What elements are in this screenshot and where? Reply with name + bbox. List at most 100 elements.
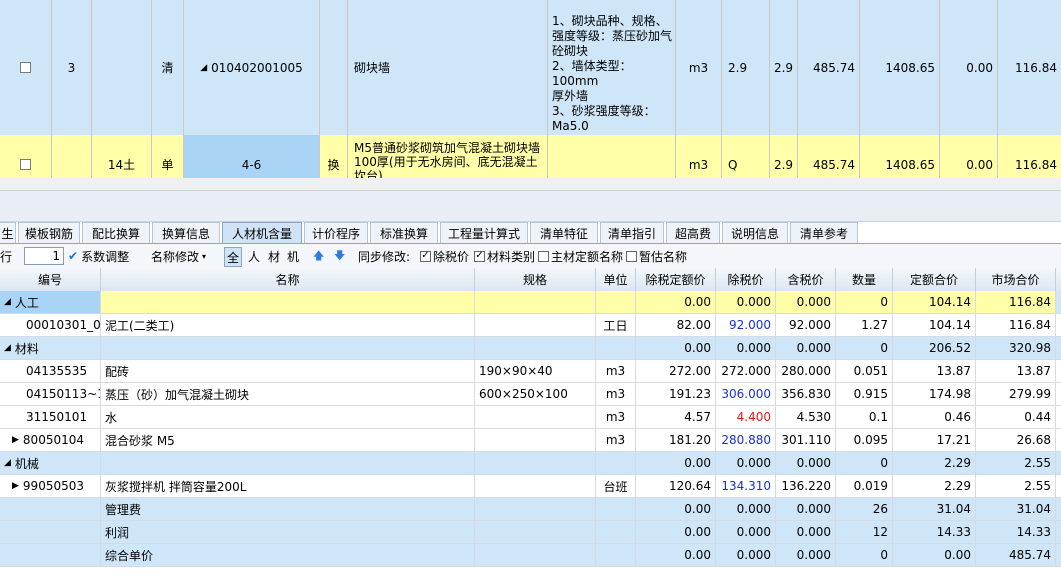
cell-base[interactable]: 0.00 xyxy=(636,498,716,520)
cell-spec[interactable] xyxy=(475,429,596,451)
collapse-triangle-icon[interactable]: ◢ xyxy=(4,297,11,307)
cell-name[interactable]: 泥工(二类工) xyxy=(101,314,475,336)
cell-name[interactable] xyxy=(101,337,475,359)
col-quota-total[interactable]: 定额合价 xyxy=(893,268,976,291)
cell-gross[interactable]: 301.110 xyxy=(776,429,836,451)
move-up-button[interactable]: 🡅 xyxy=(313,245,324,267)
cell-spec[interactable] xyxy=(475,452,596,474)
cell-net[interactable]: 0.000 xyxy=(716,521,776,543)
tab-description[interactable]: 说明信息 xyxy=(722,222,788,243)
cell-gross[interactable]: 92.000 xyxy=(776,314,836,336)
cell-quota-total[interactable]: 2.29 xyxy=(893,475,976,497)
cell-net[interactable]: 134.310 xyxy=(716,475,776,497)
cell-market-total[interactable]: 2.55 xyxy=(976,452,1056,474)
cell-qty[interactable]: 0 xyxy=(836,452,893,474)
expr-cell[interactable]: Q xyxy=(722,135,770,178)
cell-gross[interactable]: 0.000 xyxy=(776,337,836,359)
tab-bill-guide[interactable]: 清单指引 xyxy=(600,222,664,243)
code-cell-selected[interactable]: 4-6 xyxy=(184,135,320,178)
row-spinner[interactable]: 1 xyxy=(24,245,64,267)
resource-row[interactable]: 04150113~1 蒸压（砂）加气混凝土砌块 600×250×100 m3 191.2… xyxy=(0,383,1061,406)
row-spinner-input[interactable]: 1 xyxy=(24,247,64,265)
cell-base[interactable]: 120.64 xyxy=(636,475,716,497)
name-cell[interactable]: M5普通砂浆砌筑加气混凝土砌块墙 100厚(用于无水房间、底无混凝土 坎台) xyxy=(348,135,548,178)
cell-spec[interactable] xyxy=(475,314,596,336)
top-grid-hscrollbar[interactable] xyxy=(0,178,1061,191)
checkbox-unchecked[interactable] xyxy=(626,250,637,262)
unit-cell[interactable]: m3 xyxy=(676,135,722,178)
cell-market-total[interactable]: 31.04 xyxy=(976,498,1056,520)
check-material-category[interactable]: ✓ 材料类别 xyxy=(474,245,535,267)
cell-quota-total[interactable]: 31.04 xyxy=(893,498,976,520)
cell-name[interactable]: 利润 xyxy=(101,521,475,543)
cell-qty[interactable]: 0.019 xyxy=(836,475,893,497)
cell-quota-total[interactable]: 2.29 xyxy=(893,452,976,474)
cell-quota-total[interactable]: 0.46 xyxy=(893,406,976,428)
cell-code[interactable] xyxy=(0,544,101,566)
cell-code[interactable]: 04150113~1 xyxy=(0,383,101,405)
collapse-triangle-icon[interactable]: ◢ xyxy=(200,63,207,73)
cell-spec[interactable] xyxy=(475,291,596,313)
cell-name[interactable]: 综合单价 xyxy=(101,544,475,566)
cell-unit[interactable] xyxy=(596,498,636,520)
cell-unit[interactable] xyxy=(596,544,636,566)
cell-code[interactable]: ◢ 材料 xyxy=(0,337,101,359)
cell-base[interactable]: 0.00 xyxy=(636,544,716,566)
group-row[interactable]: 利润 0.00 0.000 0.000 12 14.33 14.33 xyxy=(0,521,1061,544)
cell-gross[interactable]: 0.000 xyxy=(776,498,836,520)
cell-base[interactable]: 0.00 xyxy=(636,452,716,474)
cell-name[interactable]: 混合砂浆 M5 xyxy=(101,429,475,451)
cell-market-total[interactable]: 26.68 xyxy=(976,429,1056,451)
tab-conversion-info[interactable]: 换算信息 xyxy=(152,222,220,243)
tab-quantity-formula[interactable]: 工程量计算式 xyxy=(440,222,528,243)
bill-row-item[interactable]: 3 清 ◢ 010402001005 砌块墙 1、砌块品种、规格、 强度等级：蒸压… xyxy=(0,0,1061,136)
cell-quota-total[interactable]: 104.14 xyxy=(893,291,976,313)
cell-qty[interactable]: 12 xyxy=(836,521,893,543)
cell-quota-total[interactable]: 174.98 xyxy=(893,383,976,405)
cell-unit[interactable] xyxy=(596,521,636,543)
cell-quota-total[interactable]: 0.00 xyxy=(893,544,976,566)
tab-bill-features[interactable]: 清单特征 xyxy=(530,222,598,243)
resource-row[interactable]: ▶ 99050503 灰浆搅拌机 拌筒容量200L 台班 120.64 134.310 13… xyxy=(0,475,1061,498)
cell-unit[interactable] xyxy=(596,337,636,359)
cell-market-total[interactable]: 116.84 xyxy=(976,314,1056,336)
cell-market-total[interactable]: 0.44 xyxy=(976,406,1056,428)
cell-code[interactable]: ◢ 人工 xyxy=(0,291,101,313)
col-net-price[interactable]: 除税价 xyxy=(716,268,776,291)
cell-gross[interactable]: 356.830 xyxy=(776,383,836,405)
cell-base[interactable]: 272.00 xyxy=(636,360,716,382)
checkbox-unchecked[interactable] xyxy=(538,250,549,262)
cell-base[interactable]: 0.00 xyxy=(636,337,716,359)
cell-net[interactable]: 0.000 xyxy=(716,544,776,566)
unit-cell[interactable]: m3 xyxy=(676,0,722,135)
cell-market-total[interactable]: 279.99 xyxy=(976,383,1056,405)
cell-quota-total[interactable]: 14.33 xyxy=(893,521,976,543)
cell-quota-total[interactable]: 206.52 xyxy=(893,337,976,359)
filter-machine-button[interactable]: 机 xyxy=(287,245,299,267)
filter-all-button[interactable]: 全 xyxy=(224,247,243,267)
cell-name[interactable]: 配砖 xyxy=(101,360,475,382)
coef-adjust-button[interactable]: ✔ 系数调整 xyxy=(68,245,129,267)
cell-qty[interactable]: 0 xyxy=(836,291,893,313)
group-row[interactable]: 综合单价 0.00 0.000 0.000 0 0.00 485.74 xyxy=(0,544,1061,567)
cell-net[interactable]: 0.000 xyxy=(716,498,776,520)
cell-spec[interactable] xyxy=(475,475,596,497)
collapse-triangle-icon[interactable]: ◢ xyxy=(4,343,11,353)
cell-qty[interactable]: 0.1 xyxy=(836,406,893,428)
cell-base[interactable]: 82.00 xyxy=(636,314,716,336)
col-gross-price[interactable]: 含税价 xyxy=(776,268,836,291)
tab-standard-conversion[interactable]: 标准换算 xyxy=(370,222,438,243)
row-checkbox-cell[interactable] xyxy=(0,135,52,178)
cell-spec[interactable] xyxy=(475,406,596,428)
row-checkbox[interactable] xyxy=(20,159,31,170)
col-base-price[interactable]: 除税定额价 xyxy=(636,268,716,291)
cell-net[interactable]: 0.000 xyxy=(716,452,776,474)
cell-unit[interactable]: 台班 xyxy=(596,475,636,497)
cell-name[interactable]: 水 xyxy=(101,406,475,428)
cell-code[interactable]: 04135535 xyxy=(0,360,101,382)
cell-base[interactable]: 0.00 xyxy=(636,291,716,313)
cell-name[interactable] xyxy=(101,452,475,474)
cell-code[interactable] xyxy=(0,498,101,520)
col-name[interactable]: 名称 xyxy=(101,268,475,291)
cell-unit[interactable] xyxy=(596,452,636,474)
